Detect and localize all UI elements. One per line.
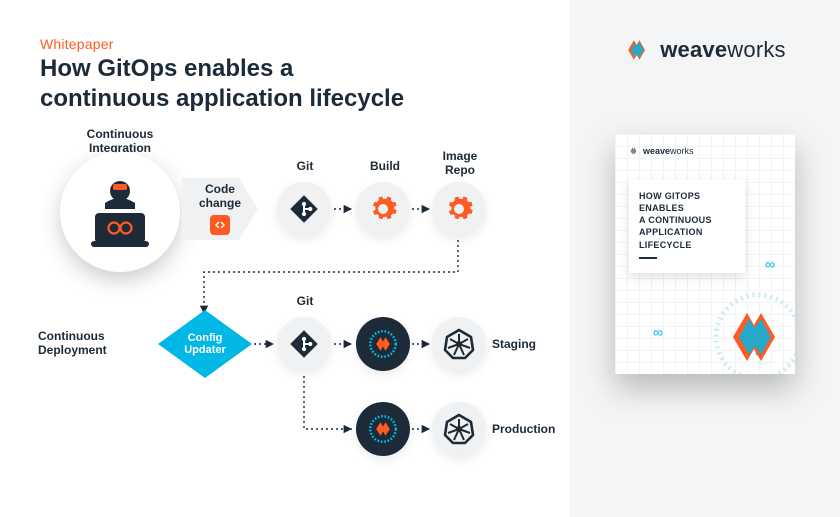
flux-node-staging — [356, 317, 410, 371]
title-line-2: continuous application lifecycle — [40, 85, 404, 112]
kubernetes-icon — [443, 413, 475, 445]
git-node-2 — [277, 317, 331, 371]
production-label: Production — [492, 423, 562, 437]
weave-icon — [624, 36, 652, 64]
image-repo-label: ImageRepo — [438, 150, 482, 178]
brand-logo: weaveworks — [600, 36, 810, 64]
main-panel: Whitepaper How GitOps enables a continuo… — [0, 0, 570, 517]
kubernetes-node-production — [432, 402, 486, 456]
title-line-1: How GitOps enables a — [40, 55, 293, 82]
git-icon — [289, 329, 319, 359]
git-label: Git — [290, 160, 320, 174]
build-node — [356, 182, 410, 236]
weave-large-icon — [703, 282, 795, 374]
git-icon — [289, 194, 319, 224]
git-node — [277, 182, 331, 236]
flux-node-production — [356, 402, 410, 456]
whitepaper-thumbnail: weaveworks HOW GITOPSENABLESA CONTINUOUS… — [615, 134, 795, 374]
developer-node — [60, 152, 180, 272]
image-repo-node — [432, 182, 486, 236]
infinity-icon: ∞ — [765, 256, 775, 272]
staging-label: Staging — [492, 338, 548, 352]
code-change-step: Codechange — [182, 178, 258, 240]
flux-icon — [366, 412, 400, 446]
gitops-diagram: ContinuousIntegration Codechange Git — [40, 132, 560, 492]
gear-icon — [368, 194, 398, 224]
eyebrow: Whitepaper — [40, 36, 560, 52]
config-updater-node: ConfigUpdater — [158, 310, 252, 378]
thumbnail-brand: weaveworks — [629, 146, 694, 156]
gear-icon — [444, 194, 474, 224]
thumbnail-title-card: HOW GITOPSENABLESA CONTINUOUSAPPLICATION… — [629, 180, 745, 273]
weave-icon — [629, 146, 639, 156]
code-icon — [210, 215, 230, 235]
infinity-icon: ∞ — [653, 324, 663, 340]
code-change-label: Codechange — [199, 183, 241, 211]
page-title: How GitOps enables a continuous applicat… — [40, 54, 560, 114]
title-underline — [639, 257, 657, 259]
kubernetes-node-staging — [432, 317, 486, 371]
thumbnail-title: HOW GITOPSENABLESA CONTINUOUSAPPLICATION… — [639, 190, 735, 251]
sidebar-panel: weaveworks weaveworks HOW GITOPSENABLESA… — [570, 0, 840, 517]
config-updater-label: ConfigUpdater — [184, 332, 226, 356]
cd-label: ContinuousDeployment — [38, 330, 116, 358]
developer-icon — [81, 173, 159, 251]
build-label: Build — [365, 160, 405, 174]
brand-text: weaveworks — [660, 37, 786, 63]
git-label-2: Git — [290, 295, 320, 309]
kubernetes-icon — [443, 328, 475, 360]
flux-icon — [366, 327, 400, 361]
